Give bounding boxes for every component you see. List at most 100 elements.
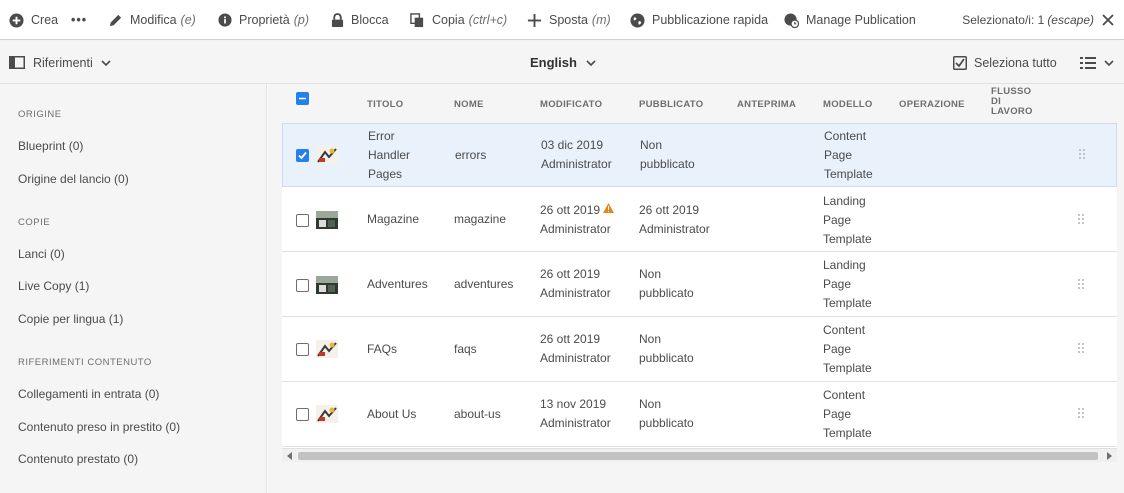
create-button[interactable]: Crea bbox=[9, 0, 58, 40]
row-published-line: Administrator bbox=[639, 222, 710, 236]
row-checkbox[interactable] bbox=[296, 343, 309, 356]
table-row[interactable]: Adventures adventures 26 ott 2019 Admini… bbox=[282, 253, 1117, 317]
secondary-toolbar: Riferimenti English Seleziona tutto bbox=[0, 41, 1124, 84]
horizontal-scrollbar[interactable] bbox=[282, 448, 1117, 462]
row-modified-date: 26 ott 2019 bbox=[540, 203, 601, 217]
row-published: Non pubblicato bbox=[639, 330, 694, 368]
origin-heading: ORIGINE bbox=[18, 109, 62, 120]
live-copy-link[interactable]: Live Copy (1) bbox=[18, 279, 89, 293]
table-row[interactable]: FAQs faqs 26 ott 2019 Administrator Non … bbox=[282, 318, 1117, 382]
row-checkbox[interactable] bbox=[296, 149, 309, 162]
table-row[interactable]: Error Handler Pages errors 03 dic 2019 A… bbox=[282, 123, 1117, 187]
row-template-line: Template bbox=[823, 232, 872, 246]
selection-count: Selezionato/i: 1 bbox=[962, 13, 1045, 27]
header-name[interactable]: NOME bbox=[454, 99, 484, 110]
language-selector[interactable]: English bbox=[530, 41, 596, 84]
header-workflow[interactable]: FLUSSO DI LAVORO bbox=[991, 87, 1033, 117]
copies-heading: COPIE bbox=[18, 217, 51, 228]
row-title-line: Error bbox=[368, 129, 395, 143]
drag-handle-icon[interactable] bbox=[1077, 278, 1085, 290]
row-template: Content Page Template bbox=[824, 127, 873, 184]
globe-clock-icon bbox=[784, 12, 799, 28]
checkbox-checked-icon bbox=[953, 55, 967, 70]
drag-handle-icon[interactable] bbox=[1078, 148, 1086, 160]
drag-handle-icon[interactable] bbox=[1077, 407, 1085, 419]
lock-button[interactable]: Blocca bbox=[331, 0, 389, 40]
launch-origin-link[interactable]: Origine del lancio (0) bbox=[18, 172, 129, 186]
incoming-links-link[interactable]: Collegamenti in entrata (0) bbox=[18, 387, 159, 401]
row-template-line: Content bbox=[824, 129, 867, 143]
row-modified-by: Administrator bbox=[540, 286, 611, 300]
row-template-line: Page bbox=[823, 213, 852, 227]
quick-publish-button[interactable]: Pubblicazione rapida bbox=[630, 0, 768, 40]
lock-icon bbox=[331, 12, 344, 27]
selection-shortcut: (escape) bbox=[1047, 13, 1094, 27]
content-area: TITOLO NOME MODIFICATO PUBBLICATO ANTEPR… bbox=[268, 84, 1124, 493]
row-template: Content Page Template bbox=[823, 386, 872, 443]
rail-toggle-label: Riferimenti bbox=[33, 55, 93, 70]
pages-table: TITOLO NOME MODIFICATO PUBBLICATO ANTEPR… bbox=[282, 84, 1117, 450]
borrowed-content-link[interactable]: Contenuto preso in prestito (0) bbox=[18, 420, 180, 434]
row-template: Landing Page Template bbox=[823, 192, 872, 249]
row-template-line: Template bbox=[823, 426, 872, 440]
table-row[interactable]: About Us about-us 13 nov 2019 Administra… bbox=[282, 383, 1117, 447]
manage-publication-button[interactable]: Manage Publication bbox=[784, 0, 916, 40]
scroll-left-arrow-icon[interactable] bbox=[287, 452, 292, 460]
row-modified-by: Administrator bbox=[540, 351, 611, 365]
row-checkbox[interactable] bbox=[296, 279, 309, 292]
row-template-line: Content bbox=[823, 388, 866, 402]
launches-link[interactable]: Lanci (0) bbox=[18, 247, 65, 261]
header-operation[interactable]: OPERAZIONE bbox=[899, 99, 965, 110]
table-row[interactable]: Magazine magazine 26 ott 2019 Administra… bbox=[282, 188, 1117, 252]
row-modified: 03 dic 2019 Administrator bbox=[541, 136, 612, 174]
view-switcher[interactable] bbox=[1080, 41, 1114, 84]
manage-publication-label: Manage Publication bbox=[806, 13, 916, 27]
row-published-line: Non bbox=[639, 267, 662, 281]
row-title: Adventures bbox=[367, 277, 428, 291]
header-title[interactable]: TITOLO bbox=[367, 99, 403, 110]
add-circle-icon bbox=[9, 12, 24, 28]
rail-toggle-button[interactable]: Riferimenti bbox=[9, 41, 111, 84]
row-modified-date: 26 ott 2019 bbox=[540, 332, 601, 346]
globe-icon bbox=[630, 12, 645, 28]
row-modified: 26 ott 2019 Administrator bbox=[540, 265, 611, 303]
language-copies-link[interactable]: Copie per lingua (1) bbox=[18, 312, 123, 326]
lent-content-link[interactable]: Contenuto prestato (0) bbox=[18, 452, 138, 466]
properties-button[interactable]: Proprietà (p) bbox=[218, 0, 309, 40]
close-icon[interactable] bbox=[1102, 14, 1114, 26]
row-checkbox[interactable] bbox=[296, 408, 309, 421]
lock-label: Blocca bbox=[351, 13, 389, 27]
row-template-line: Landing bbox=[823, 258, 866, 272]
scroll-right-arrow-icon[interactable] bbox=[1107, 452, 1112, 460]
header-template[interactable]: MODELLO bbox=[823, 99, 873, 110]
row-published: 26 ott 2019 Administrator bbox=[639, 201, 710, 239]
page-thumbnail bbox=[316, 276, 338, 294]
header-preview[interactable]: ANTEPRIMA bbox=[737, 99, 796, 110]
drag-handle-icon[interactable] bbox=[1077, 213, 1085, 225]
row-modified: 26 ott 2019 Administrator bbox=[540, 201, 615, 239]
warning-icon bbox=[603, 203, 615, 213]
table-header: TITOLO NOME MODIFICATO PUBBLICATO ANTEPR… bbox=[282, 84, 1117, 124]
language-label: English bbox=[530, 55, 577, 70]
header-modified[interactable]: MODIFICATO bbox=[540, 99, 602, 110]
row-template-line: Template bbox=[823, 361, 872, 375]
blueprint-link[interactable]: Blueprint (0) bbox=[18, 139, 83, 153]
row-title: FAQs bbox=[367, 342, 398, 356]
copy-button[interactable]: Copia (ctrl+c) bbox=[410, 0, 507, 40]
row-published-line: pubblicato bbox=[639, 416, 694, 430]
select-all-checkbox[interactable] bbox=[296, 92, 309, 105]
row-checkbox[interactable] bbox=[296, 214, 309, 227]
copy-icon bbox=[410, 12, 424, 27]
row-modified: 13 nov 2019 Administrator bbox=[540, 395, 611, 433]
row-name: errors bbox=[455, 148, 487, 162]
scrollbar-thumb[interactable] bbox=[298, 452, 1098, 460]
edit-button[interactable]: Modifica (e) bbox=[108, 0, 196, 40]
row-name: magazine bbox=[454, 212, 507, 226]
move-button[interactable]: Sposta (m) bbox=[527, 0, 611, 40]
header-published[interactable]: PUBBLICATO bbox=[639, 99, 703, 110]
row-published-line: Non bbox=[639, 397, 662, 411]
page-thumbnail bbox=[316, 211, 338, 229]
drag-handle-icon[interactable] bbox=[1077, 342, 1085, 354]
more-button[interactable]: ••• bbox=[71, 0, 87, 40]
select-all-button[interactable]: Seleziona tutto bbox=[953, 41, 1057, 84]
